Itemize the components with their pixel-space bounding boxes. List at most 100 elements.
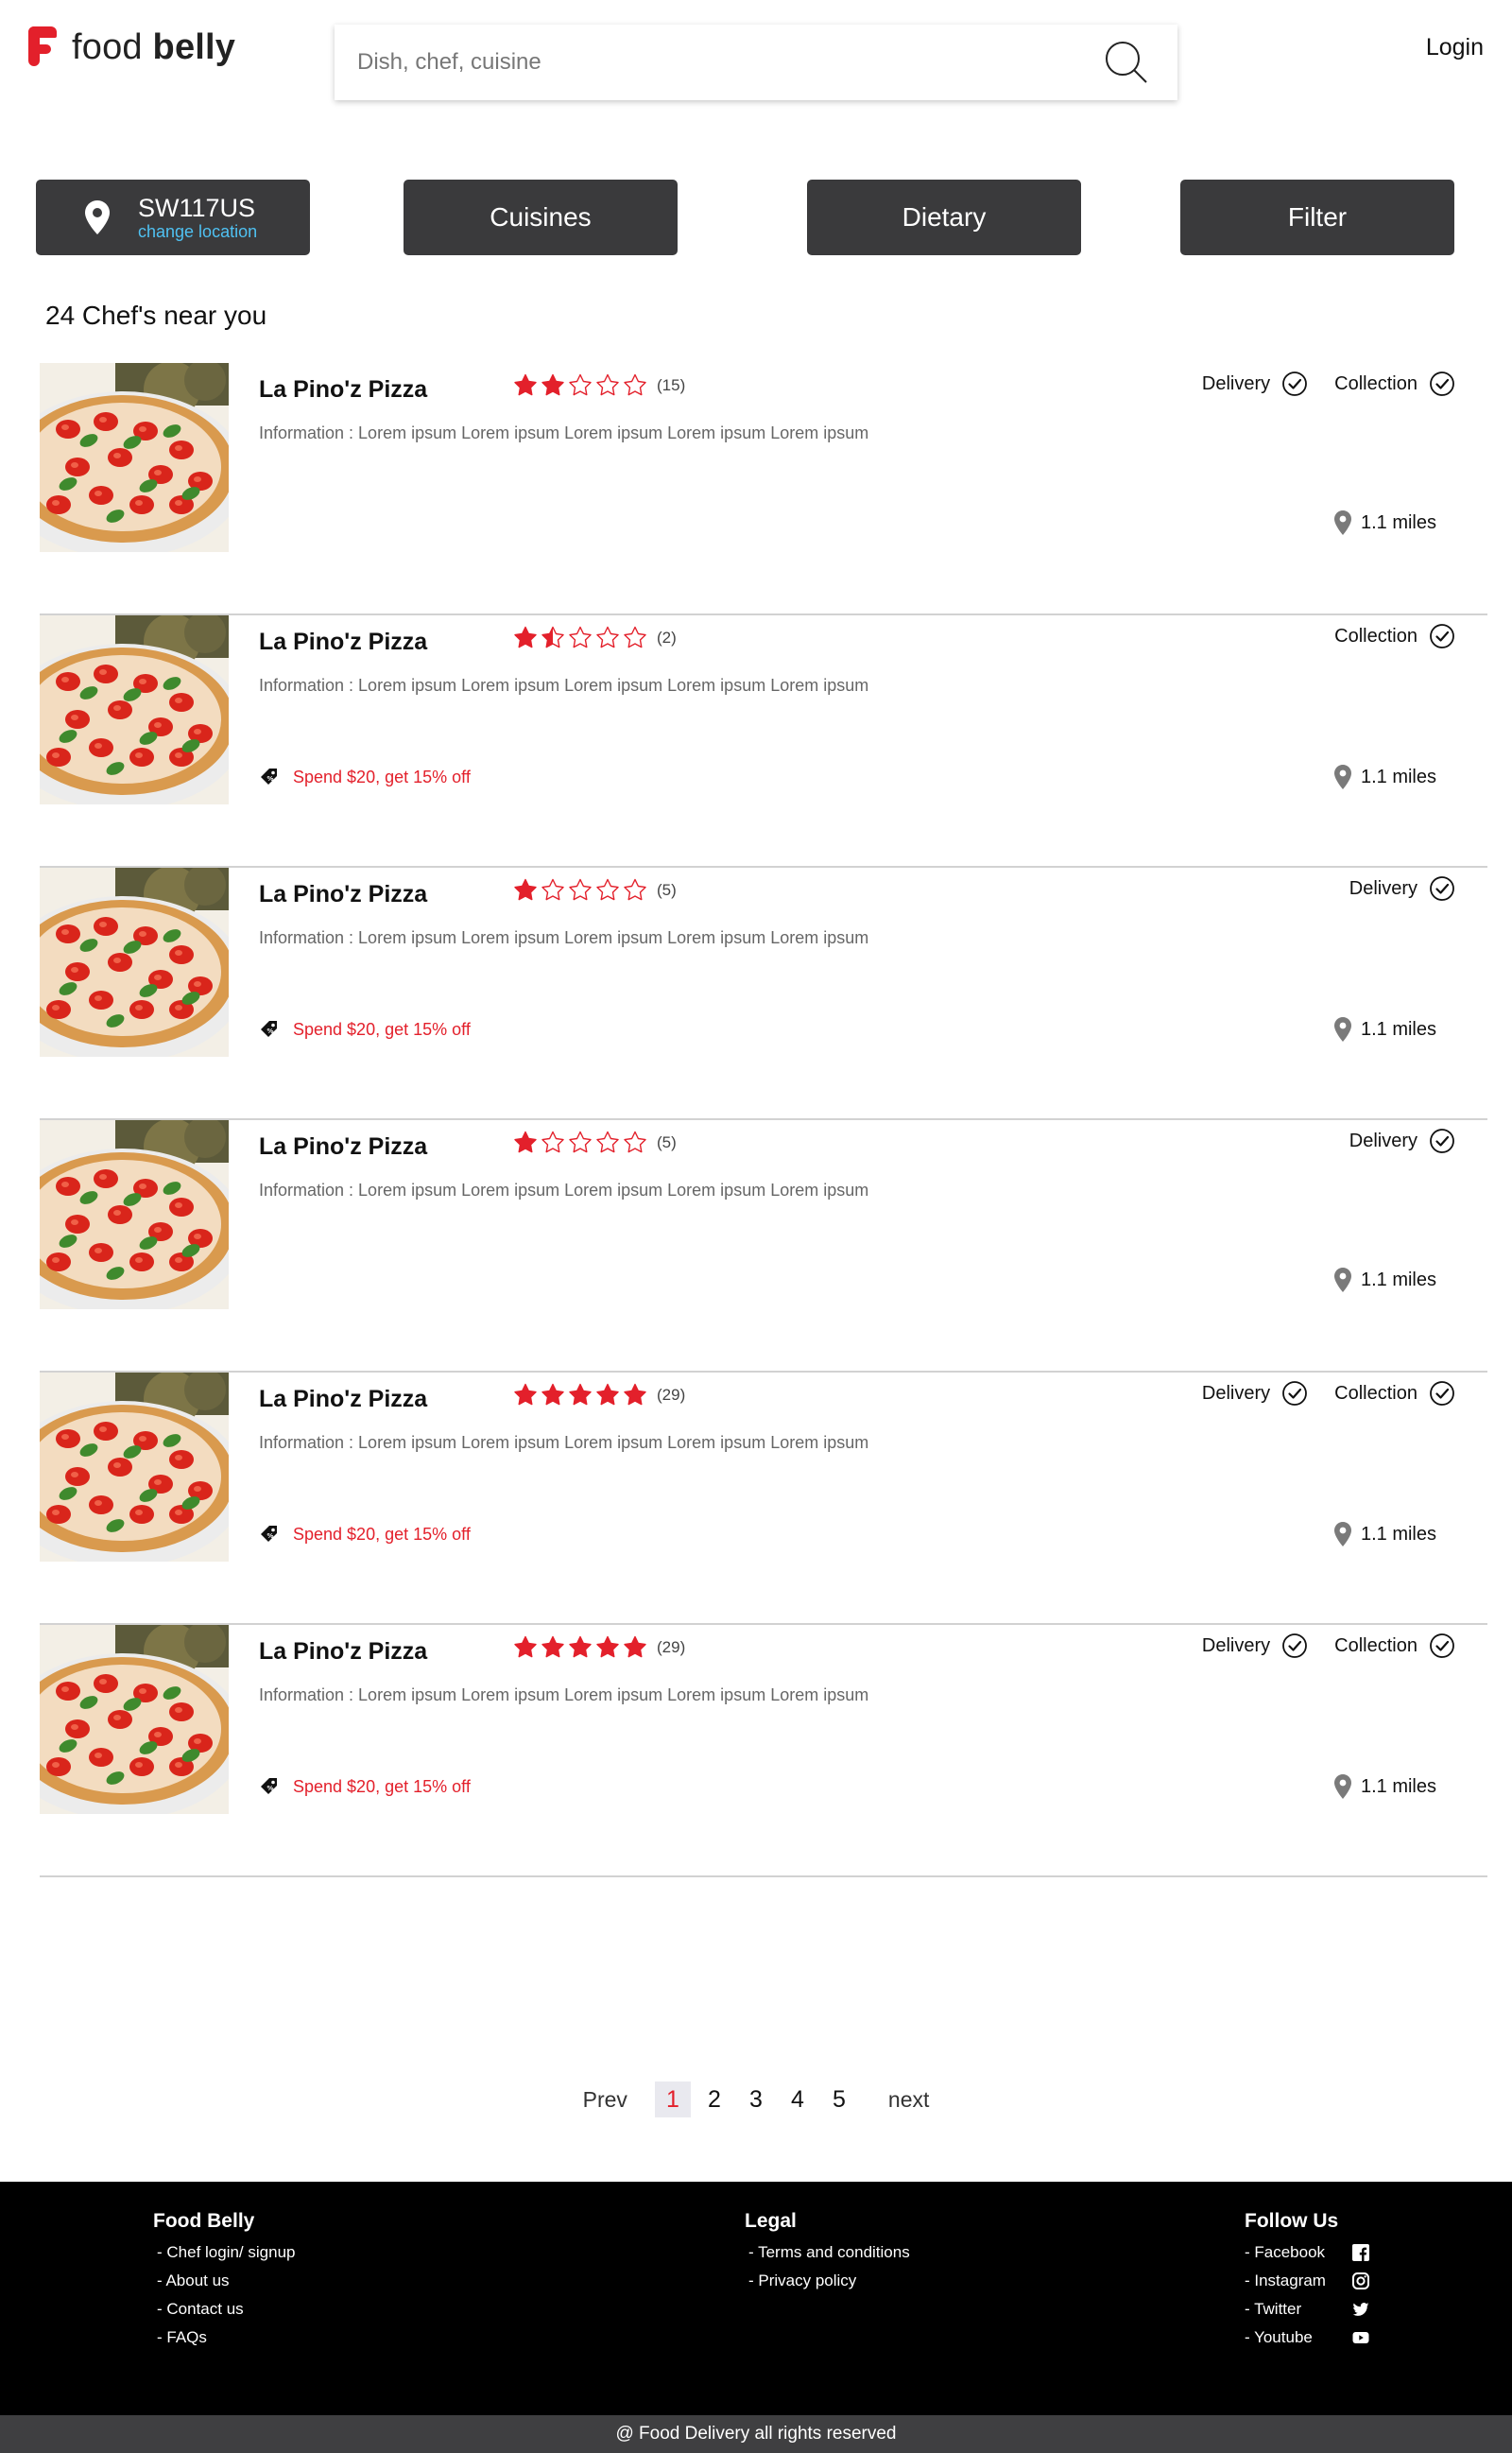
- location-code: SW117US: [138, 194, 256, 222]
- star-icon: [514, 1383, 537, 1406]
- distance: 1.1 miles: [1333, 1268, 1436, 1292]
- cuisines-button[interactable]: Cuisines: [404, 180, 678, 255]
- distance-text: 1.1 miles: [1360, 1018, 1436, 1040]
- location-pin-icon: [1333, 1522, 1351, 1546]
- chef-name[interactable]: La Pino'z Pizza: [259, 1133, 427, 1161]
- pizza-illustration: [40, 1120, 229, 1309]
- footer-link-twitter[interactable]: - Twitter: [1245, 2295, 1369, 2323]
- chef-name[interactable]: La Pino'z Pizza: [259, 1386, 427, 1413]
- pizza-image[interactable]: [40, 615, 229, 804]
- pizza-image[interactable]: [40, 363, 229, 552]
- footer-link-youtube[interactable]: - Youtube: [1245, 2323, 1369, 2352]
- page-2-link[interactable]: 2: [696, 2082, 732, 2117]
- footer-link-chef-login[interactable]: - Chef login/ signup: [157, 2238, 295, 2267]
- footer-heading: Legal: [745, 2210, 797, 2232]
- footer-col-food-belly: Food Belly - Chef login/ signup - About …: [153, 2210, 295, 2352]
- copyright: @ Food Delivery all rights reserved: [0, 2415, 1512, 2453]
- search-bar: [335, 25, 1177, 100]
- footer-link-faqs[interactable]: - FAQs: [157, 2323, 295, 2352]
- twitter-label: - Twitter: [1245, 2300, 1302, 2318]
- offer: % Spend $20, get 15% off: [259, 1776, 471, 1797]
- pizza-illustration: [40, 868, 229, 1057]
- prev-page-link[interactable]: Prev: [583, 2087, 627, 2113]
- star-icon: [569, 1635, 592, 1658]
- page-4-link[interactable]: 4: [780, 2082, 816, 2117]
- offer: % Spend $20, get 15% off: [259, 1019, 471, 1040]
- review-count: (5): [657, 881, 677, 899]
- rating-stars: (15): [512, 372, 685, 399]
- check-circle-icon: [1282, 371, 1308, 396]
- footer-link-contact[interactable]: - Contact us: [157, 2295, 295, 2323]
- pizza-image[interactable]: [40, 1625, 229, 1814]
- search-input[interactable]: [335, 49, 1072, 76]
- review-count: (29): [657, 1386, 686, 1404]
- service-options: Delivery: [1323, 875, 1455, 902]
- search-icon[interactable]: [1104, 40, 1149, 85]
- footer-col-legal: Legal - Terms and conditions - Privacy p…: [745, 2210, 910, 2295]
- change-location-link[interactable]: change location: [138, 222, 257, 241]
- rating-stars: (2): [512, 625, 677, 651]
- logo-text: food belly: [72, 27, 235, 68]
- list-item[interactable]: La Pino'z Pizza (29) Information : Lorem…: [40, 1373, 1487, 1625]
- chef-info: Information : Lorem ipsum Lorem ipsum Lo…: [259, 928, 869, 947]
- pizza-illustration: [40, 615, 229, 804]
- next-page-link[interactable]: next: [888, 2087, 929, 2113]
- footer: Food Belly - Chef login/ signup - About …: [0, 2182, 1512, 2415]
- check-circle-icon: [1430, 1381, 1454, 1406]
- footer-link-privacy[interactable]: - Privacy policy: [748, 2267, 910, 2295]
- location-button[interactable]: SW117US change location: [36, 180, 310, 255]
- page-5-link[interactable]: 5: [821, 2082, 857, 2117]
- rating-stars: (5): [512, 877, 677, 904]
- login-link[interactable]: Login: [1426, 34, 1484, 61]
- check-circle-icon: [1282, 1633, 1308, 1658]
- service-options: Delivery Collection: [1176, 1632, 1455, 1659]
- star-icon: [569, 878, 592, 901]
- dietary-button[interactable]: Dietary: [807, 180, 1081, 255]
- footer-col-follow: Follow Us - Facebook - Instagram - Twitt…: [1245, 2210, 1369, 2352]
- pizza-image[interactable]: [40, 868, 229, 1057]
- star-icon: [514, 878, 537, 901]
- footer-link-terms[interactable]: - Terms and conditions: [748, 2238, 910, 2267]
- page-1-link[interactable]: 1: [654, 2082, 691, 2117]
- distance: 1.1 miles: [1333, 1522, 1436, 1546]
- rating-stars: (29): [512, 1382, 685, 1408]
- offer-tag-icon: %: [261, 1021, 277, 1037]
- offer-text: Spend $20, get 15% off: [293, 1019, 471, 1039]
- delivery-label: Delivery: [1349, 1130, 1418, 1151]
- list-item[interactable]: La Pino'z Pizza (15) Information : Lorem…: [40, 363, 1487, 615]
- collection-label: Collection: [1334, 1382, 1418, 1404]
- chef-name[interactable]: La Pino'z Pizza: [259, 376, 427, 404]
- distance-text: 1.1 miles: [1360, 1775, 1436, 1797]
- offer: % Spend $20, get 15% off: [259, 1524, 471, 1545]
- star-icon: [596, 626, 619, 648]
- location-pin-icon: [85, 200, 110, 234]
- list-item[interactable]: La Pino'z Pizza (5) Information : Lorem …: [40, 868, 1487, 1120]
- check-circle-icon: [1430, 371, 1454, 396]
- review-count: (2): [657, 629, 677, 647]
- delivery-label: Delivery: [1201, 1634, 1271, 1656]
- distance-text: 1.1 miles: [1360, 1269, 1436, 1290]
- header: food belly Login: [0, 0, 1512, 123]
- pizza-illustration: [40, 1625, 229, 1814]
- list-item[interactable]: La Pino'z Pizza (29) Information : Lorem…: [40, 1625, 1487, 1877]
- chef-name[interactable]: La Pino'z Pizza: [259, 881, 427, 908]
- page-3-link[interactable]: 3: [738, 2082, 774, 2117]
- list-item[interactable]: La Pino'z Pizza (5) Information : Lorem …: [40, 1120, 1487, 1373]
- star-icon: [541, 626, 564, 648]
- distance: 1.1 miles: [1333, 765, 1436, 789]
- footer-link-instagram[interactable]: - Instagram: [1245, 2267, 1369, 2295]
- collection-option: Collection: [1334, 1632, 1455, 1659]
- footer-link-about[interactable]: - About us: [157, 2267, 295, 2295]
- logo[interactable]: food belly: [28, 21, 235, 74]
- footer-heading: Follow Us: [1245, 2210, 1339, 2232]
- delivery-option: Delivery: [1202, 371, 1308, 397]
- chef-name[interactable]: La Pino'z Pizza: [259, 629, 427, 656]
- pizza-image[interactable]: [40, 1373, 229, 1562]
- chef-name[interactable]: La Pino'z Pizza: [259, 1638, 427, 1666]
- pizza-image[interactable]: [40, 1120, 229, 1309]
- distance-text: 1.1 miles: [1360, 511, 1436, 533]
- star-icon: [514, 1635, 537, 1658]
- footer-link-facebook[interactable]: - Facebook: [1245, 2238, 1369, 2267]
- filter-button[interactable]: Filter: [1180, 180, 1454, 255]
- list-item[interactable]: La Pino'z Pizza (2) Information : Lorem …: [40, 615, 1487, 868]
